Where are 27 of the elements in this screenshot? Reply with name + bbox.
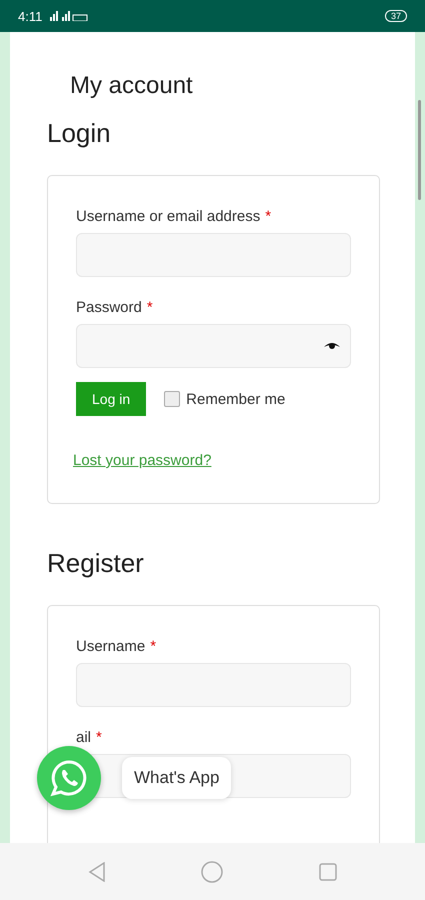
page-title: My account	[70, 72, 194, 100]
phone-bubble-icon	[50, 759, 88, 797]
login-button[interactable]: Log in	[76, 382, 146, 416]
recents-icon[interactable]	[319, 862, 338, 880]
section-heading: Register	[47, 548, 145, 579]
input-field[interactable]	[76, 233, 351, 277]
required-mark: *	[265, 208, 272, 225]
field-label: ail	[76, 729, 92, 746]
eye-icon[interactable]	[324, 341, 340, 351]
input-field[interactable]	[76, 663, 351, 707]
back-icon[interactable]	[88, 862, 106, 882]
password-field[interactable]	[76, 324, 351, 368]
required-mark: *	[150, 638, 156, 655]
field-label: Password	[76, 299, 142, 316]
checkbox[interactable]	[164, 390, 180, 406]
section-heading: Login	[47, 118, 112, 149]
status-time: 4:11	[18, 8, 42, 24]
required-mark: *	[146, 299, 153, 316]
field-label: Username or email address	[76, 208, 260, 225]
home-icon[interactable]	[201, 860, 224, 882]
chat-tooltip: What's App	[122, 757, 232, 799]
signal-icon	[48, 11, 88, 21]
required-mark: *	[96, 729, 102, 746]
field-label: Username	[76, 638, 146, 655]
checkbox-label: Remember me	[186, 390, 286, 408]
lost-password-link[interactable]: Lost your password?	[73, 452, 351, 469]
battery-indicator: 37	[384, 10, 407, 22]
